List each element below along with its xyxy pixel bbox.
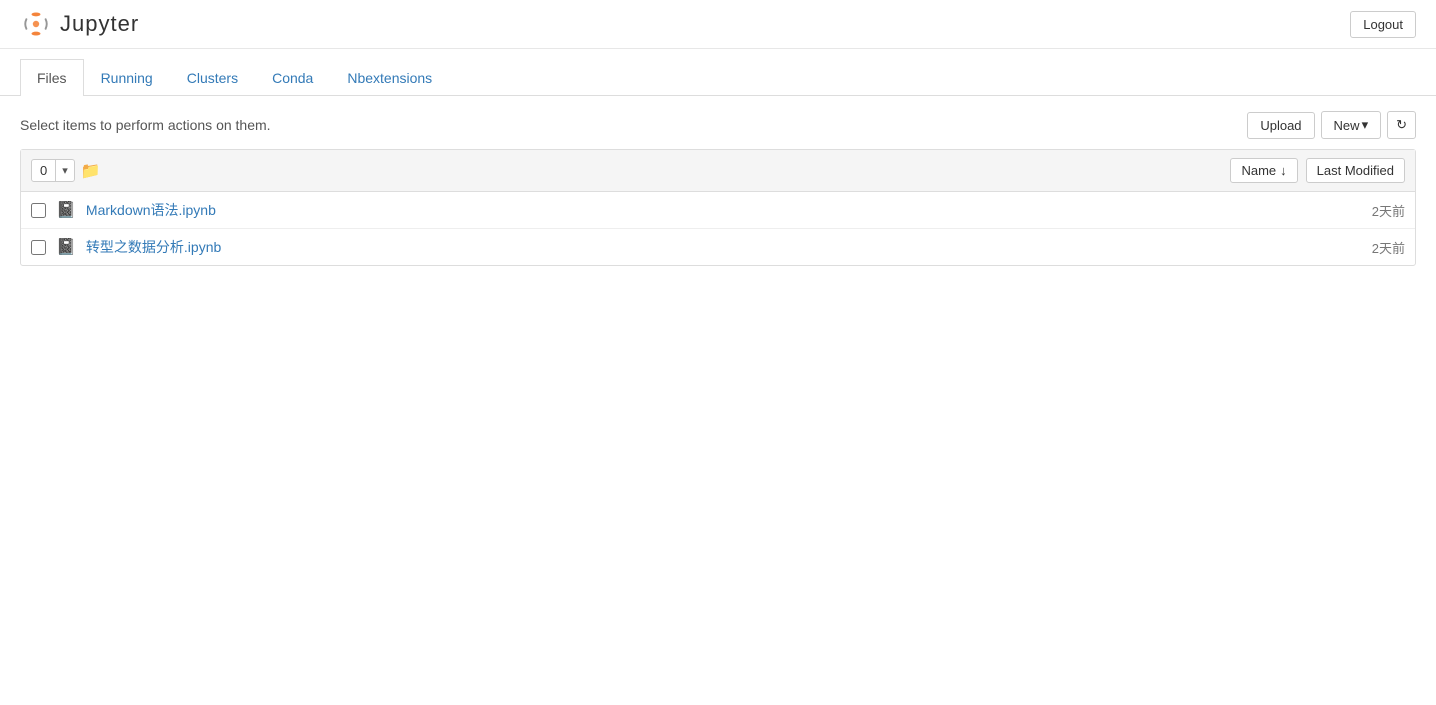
select-count-dropdown[interactable]: ▾ bbox=[56, 161, 74, 180]
app-title: Jupyter bbox=[60, 11, 139, 37]
file-list: 0 ▾ 📁 Name ↓ Last Modified 📓 Markdown语法.… bbox=[20, 149, 1416, 266]
file-link-1[interactable]: Markdown语法.ipynb bbox=[86, 200, 216, 220]
tab-conda[interactable]: Conda bbox=[255, 59, 330, 96]
tab-bar: Files Running Clusters Conda Nbextension… bbox=[0, 59, 1436, 96]
sort-name-label: Name bbox=[1241, 163, 1276, 178]
new-button[interactable]: New ▾ bbox=[1321, 111, 1382, 139]
tab-files[interactable]: Files bbox=[20, 59, 84, 96]
header: Jupyter Logout bbox=[0, 0, 1436, 49]
select-info-text: Select items to perform actions on them. bbox=[20, 117, 271, 133]
file-list-header-left: 0 ▾ 📁 bbox=[31, 159, 101, 182]
logout-button[interactable]: Logout bbox=[1350, 11, 1416, 38]
select-count-number: 0 bbox=[32, 160, 56, 181]
tab-clusters[interactable]: Clusters bbox=[170, 59, 255, 96]
file-checkbox-1[interactable] bbox=[31, 203, 46, 218]
sort-lastmod-button[interactable]: Last Modified bbox=[1306, 158, 1405, 183]
file-list-header-right: Name ↓ Last Modified bbox=[1230, 158, 1405, 183]
toolbar: Select items to perform actions on them.… bbox=[20, 111, 1416, 139]
refresh-button[interactable]: ↻ bbox=[1387, 111, 1416, 139]
sort-name-arrow: ↓ bbox=[1280, 163, 1287, 178]
notebook-icon: 📓 bbox=[56, 200, 76, 220]
file-row-left: 📓 转型之数据分析.ipynb bbox=[31, 237, 221, 257]
notebook-icon: 📓 bbox=[56, 237, 76, 257]
file-list-header: 0 ▾ 📁 Name ↓ Last Modified bbox=[21, 150, 1415, 192]
new-label: New bbox=[1334, 118, 1360, 133]
tab-nbextensions[interactable]: Nbextensions bbox=[330, 59, 449, 96]
table-row: 📓 Markdown语法.ipynb 2天前 bbox=[21, 192, 1415, 229]
content-area: Select items to perform actions on them.… bbox=[0, 96, 1436, 281]
tab-running[interactable]: Running bbox=[84, 59, 170, 96]
sort-name-button[interactable]: Name ↓ bbox=[1230, 158, 1297, 183]
file-checkbox-2[interactable] bbox=[31, 240, 46, 255]
jupyter-logo-icon bbox=[20, 8, 52, 40]
file-link-2[interactable]: 转型之数据分析.ipynb bbox=[86, 237, 221, 257]
folder-icon: 📁 bbox=[81, 161, 101, 181]
table-row: 📓 转型之数据分析.ipynb 2天前 bbox=[21, 229, 1415, 265]
new-dropdown-arrow: ▾ bbox=[1362, 117, 1369, 133]
upload-button[interactable]: Upload bbox=[1247, 112, 1314, 139]
logo: Jupyter bbox=[20, 8, 139, 40]
toolbar-actions: Upload New ▾ ↻ bbox=[1247, 111, 1416, 139]
file-modified-2: 2天前 bbox=[1372, 238, 1405, 257]
file-row-left: 📓 Markdown语法.ipynb bbox=[31, 200, 216, 220]
select-count-control: 0 ▾ bbox=[31, 159, 75, 182]
file-modified-1: 2天前 bbox=[1372, 201, 1405, 220]
